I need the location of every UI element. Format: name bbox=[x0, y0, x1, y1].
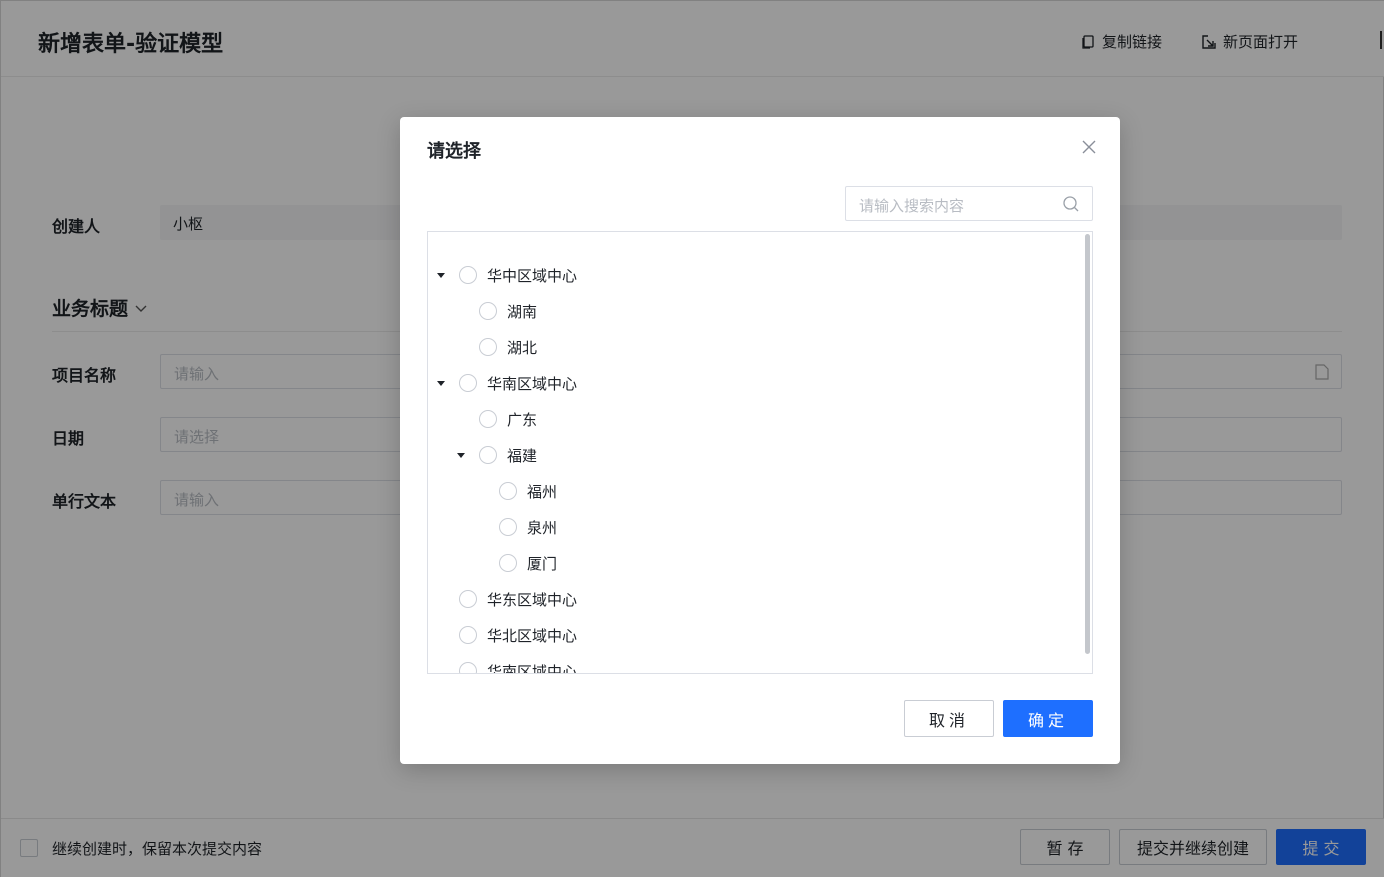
tree-node-radio[interactable] bbox=[459, 266, 477, 284]
tree-node[interactable]: 华南区域中心 bbox=[428, 372, 1068, 394]
tree-node[interactable]: 厦门 bbox=[428, 552, 1068, 574]
tree-node-label: 湖南 bbox=[507, 303, 538, 321]
tree-node-label: 厦门 bbox=[527, 555, 558, 573]
tree-node-label: 华南区域中心 bbox=[487, 375, 578, 393]
tree-node-label: 华北区域中心 bbox=[487, 627, 578, 645]
tree-node-label: 福州 bbox=[527, 483, 558, 501]
tree-node[interactable]: 华北区域中心 bbox=[428, 624, 1068, 646]
caret-down-icon[interactable] bbox=[437, 273, 445, 278]
caret-down-icon[interactable] bbox=[437, 381, 445, 386]
tree-node-label: 华中区域中心 bbox=[487, 267, 578, 285]
search-input[interactable]: 请输入搜索内容 bbox=[845, 186, 1093, 221]
search-placeholder: 请输入搜索内容 bbox=[859, 197, 965, 215]
tree-node-radio[interactable] bbox=[479, 446, 497, 464]
tree-node[interactable]: 福州 bbox=[428, 480, 1068, 502]
tree-node[interactable]: 福建 bbox=[428, 444, 1068, 466]
tree-node-radio[interactable] bbox=[479, 410, 497, 428]
scrollbar[interactable] bbox=[1085, 234, 1090, 654]
tree-node[interactable]: 泉州 bbox=[428, 516, 1068, 538]
tree-node-radio[interactable] bbox=[499, 518, 517, 536]
tree-node-label: 华东区域中心 bbox=[487, 591, 578, 609]
caret-down-icon[interactable] bbox=[457, 453, 465, 458]
tree-node-radio[interactable] bbox=[479, 338, 497, 356]
close-icon[interactable] bbox=[1080, 138, 1098, 156]
tree-node-radio[interactable] bbox=[499, 482, 517, 500]
tree-node[interactable]: 华南区域中心 bbox=[428, 660, 1068, 674]
tree-node[interactable]: 广东 bbox=[428, 408, 1068, 430]
tree-node-label: 湖北 bbox=[507, 339, 538, 357]
tree-node-radio[interactable] bbox=[499, 554, 517, 572]
select-dialog: 请选择 请输入搜索内容 华中区域中心 湖南 湖北 华南区域中心 广东 福建 福州 泉州 厦门 华东… bbox=[400, 117, 1120, 764]
tree-node-radio[interactable] bbox=[459, 374, 477, 392]
tree-node-label: 泉州 bbox=[527, 519, 558, 537]
tree-node[interactable]: 华中区域中心 bbox=[428, 264, 1068, 286]
cancel-button[interactable]: 取消 bbox=[904, 700, 994, 737]
tree-node[interactable]: 湖南 bbox=[428, 300, 1068, 322]
tree-node-radio[interactable] bbox=[459, 662, 477, 673]
tree-node[interactable]: 湖北 bbox=[428, 336, 1068, 358]
tree-node-radio[interactable] bbox=[459, 590, 477, 608]
tree-node-label: 广东 bbox=[507, 411, 538, 429]
tree-node-label: 华南区域中心 bbox=[487, 663, 578, 674]
tree-list: 华中区域中心 湖南 湖北 华南区域中心 广东 福建 福州 泉州 厦门 华东区域中心 华北区域中心 华南… bbox=[427, 231, 1093, 674]
confirm-button[interactable]: 确定 bbox=[1003, 700, 1093, 737]
tree-node[interactable]: 华东区域中心 bbox=[428, 588, 1068, 610]
search-icon bbox=[1063, 196, 1079, 212]
dialog-title: 请选择 bbox=[427, 141, 481, 162]
tree-node-radio[interactable] bbox=[479, 302, 497, 320]
tree-node-radio[interactable] bbox=[459, 626, 477, 644]
tree-node-label: 福建 bbox=[507, 447, 538, 465]
